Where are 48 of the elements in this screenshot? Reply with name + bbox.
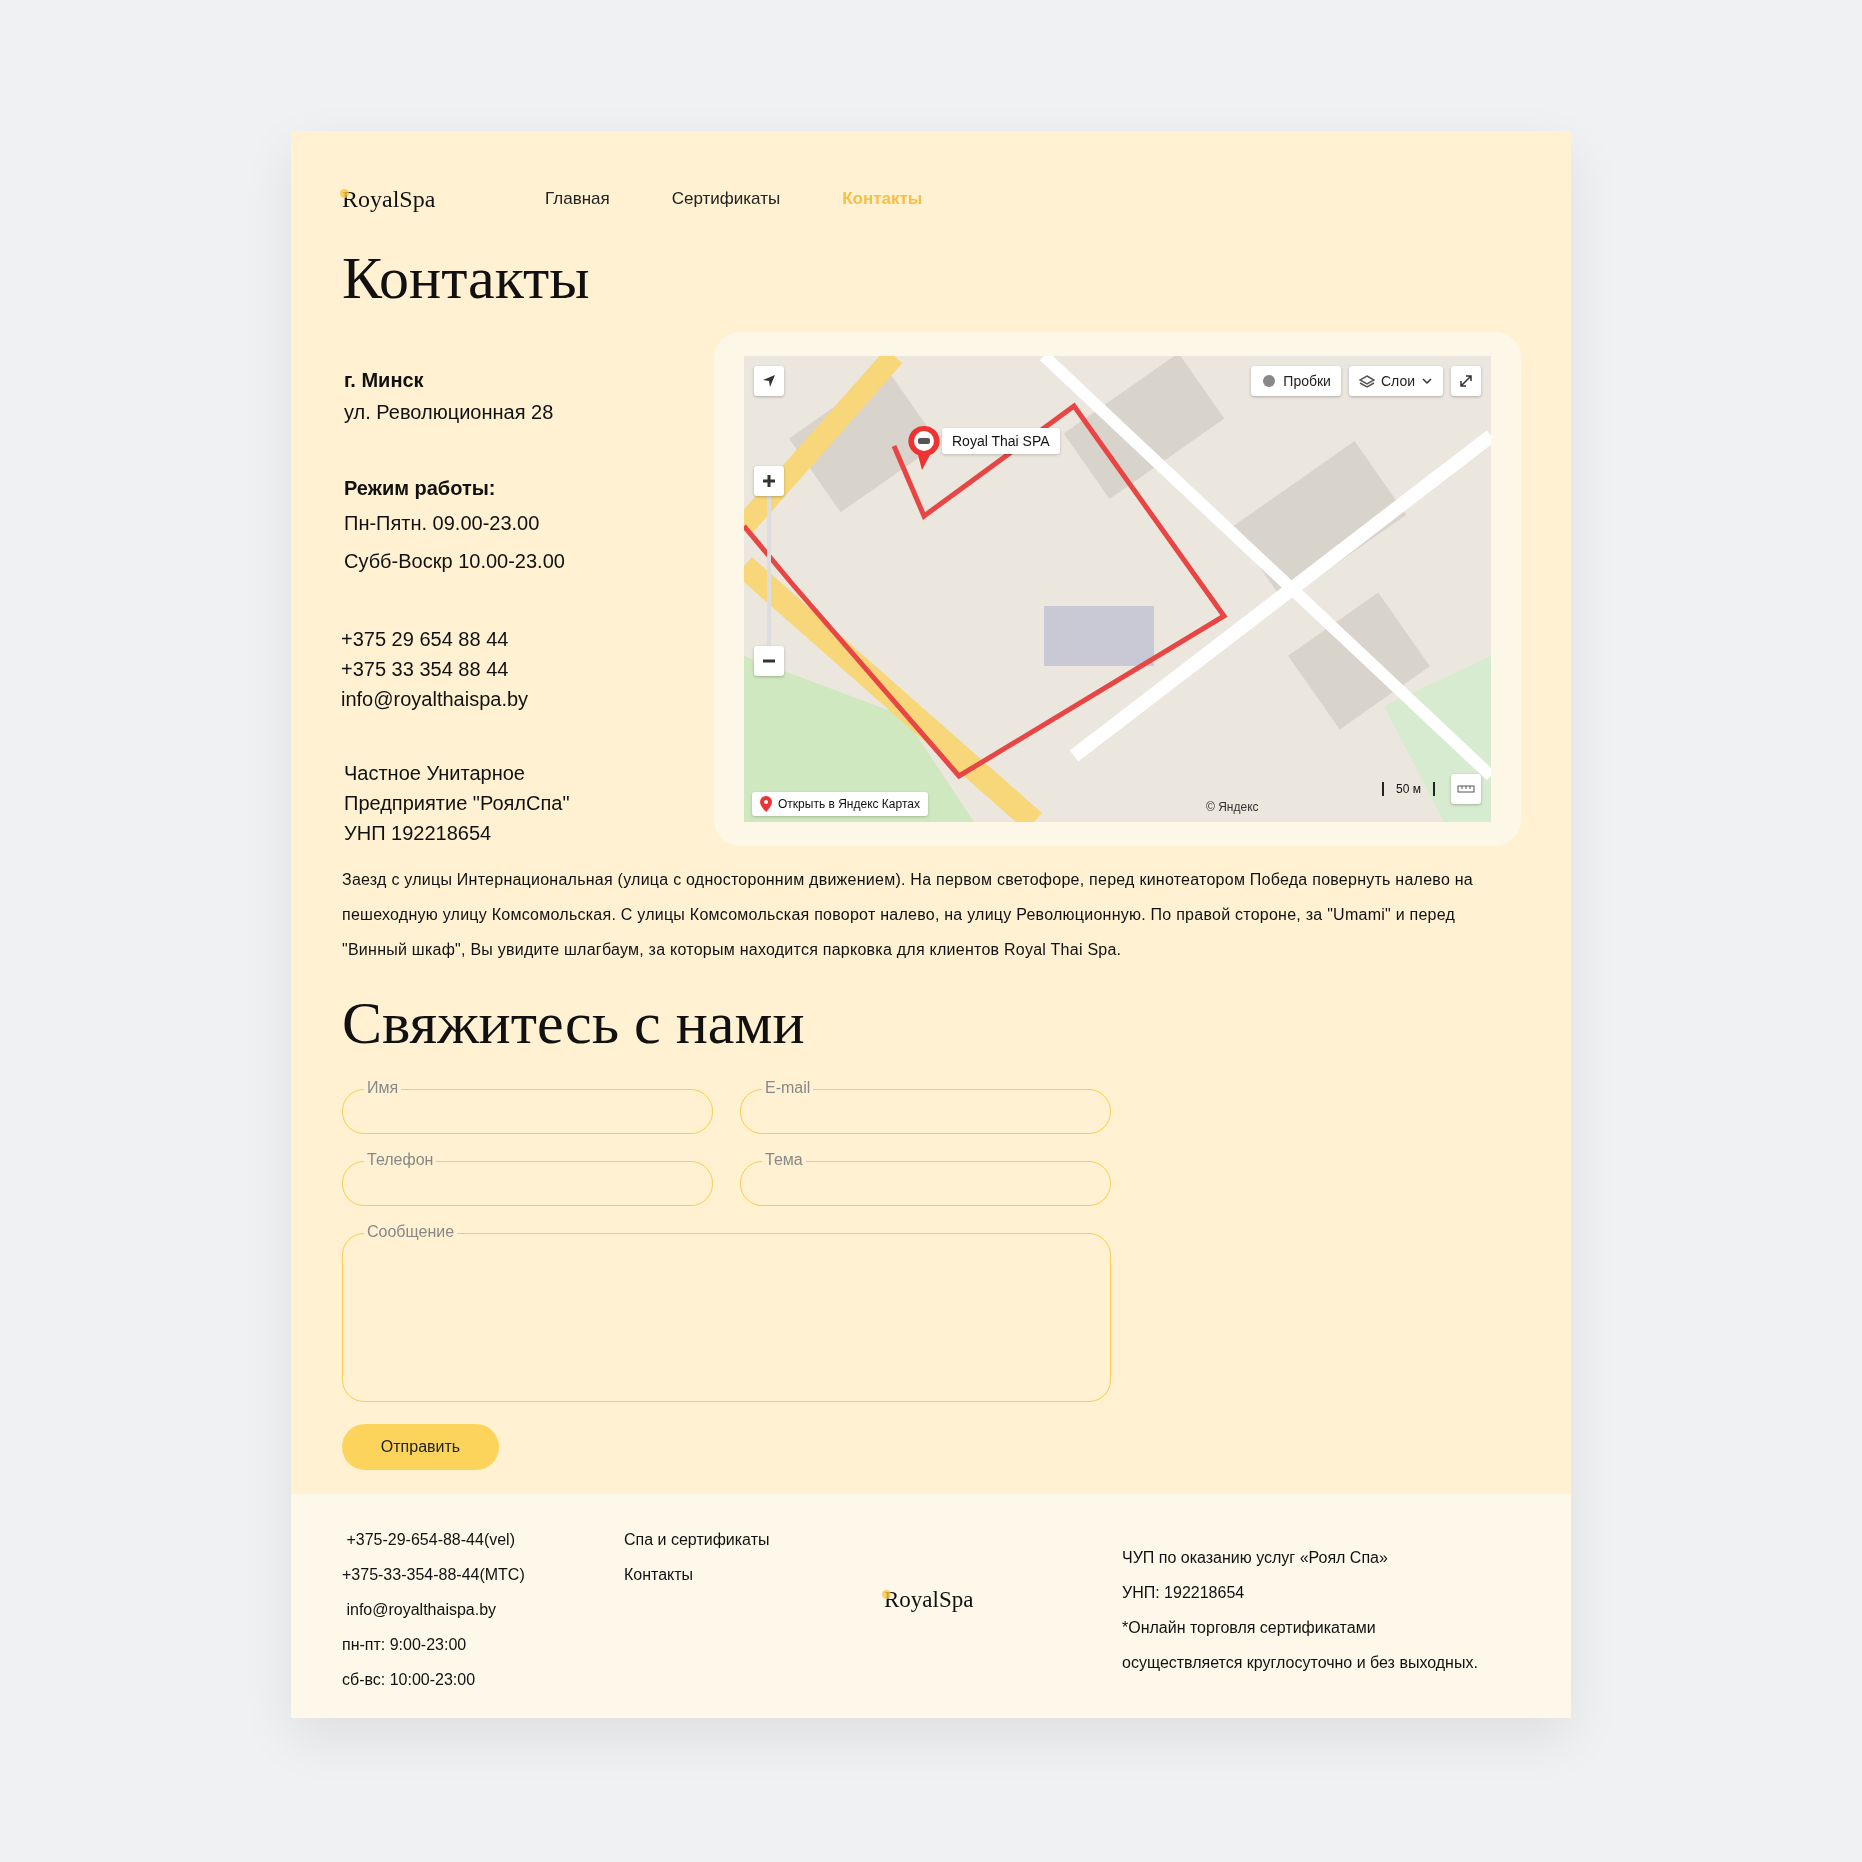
location-arrow-icon [761, 373, 777, 389]
nav-link[interactable]: Главная [545, 189, 610, 209]
hours-text: Субб-Воскр 10.00-23.00 [344, 549, 566, 574]
expand-icon [1459, 374, 1473, 388]
contact-text: +375 29 654 88 44 [341, 627, 510, 652]
company-text: УНП 192218654 [344, 821, 493, 846]
directions-text: Заезд с улицы Интернациональная (улица с односторонним движением). На первом светофоре, перед кинотеатором Победа повернуть налево на пешеходную улицу Комсомольская. С улицы Комсомольская поворот налево, на улицу Революционную. По правой стороне, за "Umami" и перед "Винный шкаф", Вы увидите шлагбаум, за которым находится парковка для клиентов Royal Thai Spa. [342, 870, 1474, 960]
page-title: Контакты [342, 244, 591, 313]
contact-text: +375 33 354 88 44 [341, 657, 510, 682]
footer-contact-text: сб-вс: 10:00-23:00 [342, 1670, 477, 1690]
footer-link[interactable]: Спа и сертификаты [624, 1522, 884, 1557]
traffic-button[interactable]: Пробки [1251, 366, 1341, 396]
nav-link[interactable]: Сертификаты [671, 189, 781, 209]
footer-legal-text: УНП: 192218654 [1122, 1583, 1246, 1603]
company-text: Частное Унитарное [344, 761, 526, 786]
city-text: г. Минск [344, 368, 425, 393]
section-title: Свяжитесь с нами [342, 989, 806, 1058]
layers-icon [1358, 373, 1375, 389]
footer-link[interactable]: Контакты [624, 1557, 884, 1592]
ruler-icon [1457, 784, 1475, 794]
layers-button[interactable]: Слои [1348, 366, 1443, 396]
zoom-in-button[interactable] [754, 466, 784, 496]
map-pin-label: Royal Thai SPA [942, 428, 1060, 454]
submit-button[interactable]: Отправить [342, 1424, 499, 1470]
zoom-out-button[interactable] [754, 646, 784, 676]
map-copyright: © Яндекс [1206, 800, 1259, 814]
location-button[interactable] [754, 366, 784, 396]
company-text: Предприятие "РоялСпа" [344, 791, 571, 816]
map-pin-icon [760, 796, 772, 812]
footer-legal-text: осуществляется круглосуточно и без выходных. [1122, 1653, 1478, 1673]
map-pin-icon [906, 424, 942, 472]
footer-logo[interactable]: RoyalSpa [884, 1587, 974, 1613]
footer-legal-text: *Онлайн торговля сертификатами [1122, 1618, 1377, 1638]
fullscreen-button[interactable] [1451, 366, 1481, 396]
footer-contact-text: пн-пт: 9:00-23:00 [342, 1635, 468, 1655]
map-scale: 50 м [1382, 782, 1435, 796]
footer-contact-text: +375-29-654-88-44(vel) [345, 1530, 516, 1550]
footer-contact-text: +375-33-354-88-44(МТС) [342, 1565, 526, 1585]
chevron-down-icon [1421, 375, 1433, 387]
footer-contact-text: info@royalthaispa.by [345, 1600, 498, 1620]
open-map-link[interactable]: Открыть в Яндекс Картах [752, 792, 928, 816]
hours-heading: Режим работы: [344, 476, 497, 501]
plus-icon [762, 474, 776, 488]
contact-text: info@royalthaispa.by [341, 687, 530, 712]
logo[interactable]: RoyalSpa [342, 185, 532, 213]
footer-legal-text: ЧУП по оказанию услуг «Роял Спа» [1122, 1548, 1389, 1568]
address-text: ул. Революционная 28 [344, 400, 555, 425]
hours-text: Пн-Пятн. 09.00-23.00 [344, 511, 541, 536]
